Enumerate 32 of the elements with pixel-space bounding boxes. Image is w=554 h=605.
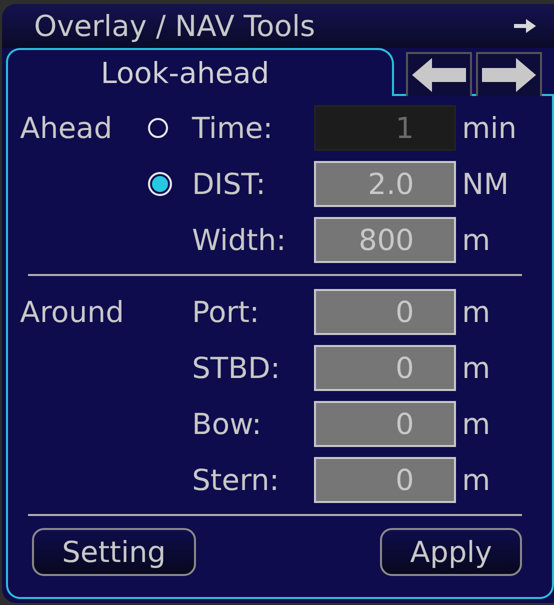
section-label: Ahead bbox=[20, 111, 114, 145]
window-title: Overlay / NAV Tools bbox=[34, 9, 316, 43]
value-field[interactable]: 0 bbox=[314, 457, 456, 503]
setting-button[interactable]: Setting bbox=[32, 528, 196, 576]
value-field[interactable]: 2.0 bbox=[314, 161, 456, 207]
radio-button[interactable] bbox=[148, 172, 172, 196]
apply-button[interactable]: Apply bbox=[380, 528, 522, 576]
next-button[interactable] bbox=[476, 52, 542, 96]
previous-button[interactable] bbox=[406, 52, 472, 96]
unit-label: m bbox=[461, 295, 492, 329]
look-ahead-tab[interactable]: Look-ahead bbox=[6, 48, 394, 96]
unit-label: m bbox=[461, 407, 492, 441]
value-field[interactable]: 0 bbox=[314, 289, 456, 335]
field-label: Time: bbox=[192, 111, 274, 145]
value-field[interactable]: 800 bbox=[314, 217, 456, 263]
field-label: Bow: bbox=[192, 407, 263, 441]
unit-label: m bbox=[461, 223, 492, 257]
arrow-left-icon bbox=[412, 58, 466, 92]
unit-label: m bbox=[461, 463, 492, 497]
unit-label: NM bbox=[461, 167, 510, 201]
unit-label: m bbox=[461, 351, 492, 385]
field-label: Width: bbox=[192, 223, 288, 257]
value-field[interactable]: 0 bbox=[314, 345, 456, 391]
unit-label: min bbox=[461, 111, 518, 145]
arrow-right-icon bbox=[482, 58, 536, 92]
arrow-right-icon[interactable] bbox=[514, 19, 536, 33]
field-label: Stern: bbox=[192, 463, 280, 497]
field-label: STBD: bbox=[192, 351, 282, 385]
value-field[interactable]: 0 bbox=[314, 401, 456, 447]
field-label: Port: bbox=[192, 295, 260, 329]
field-label: DIST: bbox=[192, 167, 267, 201]
section-label: Around bbox=[20, 295, 126, 329]
